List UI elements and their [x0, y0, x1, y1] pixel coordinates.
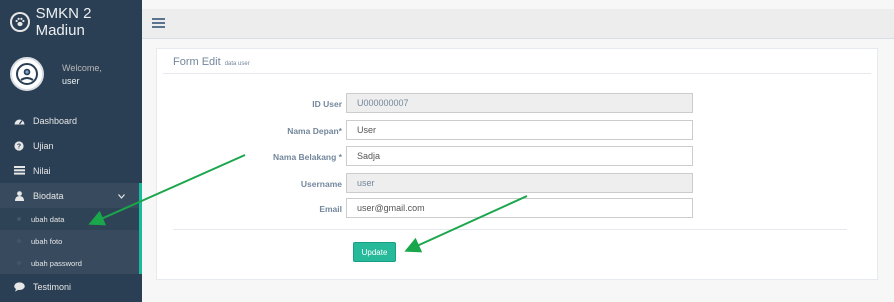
submenu-item-ubah-data[interactable]: ubah data	[0, 208, 139, 230]
nama-belakang-field[interactable]: Sadja	[346, 146, 693, 166]
menu-toggle-icon[interactable]	[152, 15, 165, 33]
panel-title: Form Edit data user	[173, 56, 250, 68]
sidebar-item-label: Ujian	[33, 140, 54, 151]
label-username: Username	[300, 179, 342, 189]
paw-icon	[10, 12, 30, 32]
welcome-text: Welcome,	[62, 62, 102, 73]
form-title: Form Edit	[173, 56, 221, 68]
submenu-item-label: ubah foto	[31, 236, 63, 246]
profile: Welcome, user	[0, 44, 142, 104]
form-subtitle: data user	[224, 61, 250, 67]
label-email: Email	[319, 204, 342, 214]
avatar	[10, 57, 44, 91]
sidebar-item-label: Testimoni	[33, 281, 72, 292]
dashboard-icon	[13, 116, 25, 125]
brand[interactable]: SMKN 2 Madiun	[0, 0, 142, 44]
sidebar-item-label: Biodata	[33, 190, 64, 201]
label-nama-belakang: Nama Belakang *	[273, 152, 342, 162]
divider	[173, 229, 847, 230]
sidebar: SMKN 2 Madiun Welcome, user Dashboard ? …	[0, 0, 142, 302]
profile-username: user	[62, 75, 80, 86]
label-id-user: ID User	[312, 99, 342, 109]
sidebar-item-testimoni[interactable]: Testimoni	[0, 274, 142, 299]
nama-depan-field[interactable]: User	[346, 120, 693, 140]
label-nama-depan: Nama Depan*	[287, 126, 342, 136]
sidebar-item-biodata[interactable]: Biodata	[0, 183, 142, 208]
divider	[163, 73, 871, 74]
sidebar-item-ujian[interactable]: ? Ujian	[0, 133, 142, 158]
username-field[interactable]: user	[346, 173, 693, 193]
sidebar-item-dashboard[interactable]: Dashboard	[0, 108, 142, 133]
form-panel: Form Edit data user ID User U000000007 Na…	[156, 48, 878, 280]
id-user-field[interactable]: U000000007	[346, 93, 693, 113]
user-icon	[13, 190, 25, 201]
update-button[interactable]: Update	[353, 242, 396, 262]
comment-icon	[13, 281, 25, 292]
submenu-item-ubah-password[interactable]: ubah password	[0, 252, 139, 274]
bullet-icon	[17, 217, 21, 221]
sidebar-item-nilai[interactable]: Nilai	[0, 158, 142, 183]
chevron-down-icon	[118, 191, 125, 201]
table-icon	[13, 166, 25, 175]
bullet-icon	[17, 261, 21, 265]
top-nav	[142, 9, 894, 39]
bullet-icon	[17, 239, 21, 243]
biodata-submenu: ubah data ubah foto ubah password	[0, 208, 142, 274]
sidebar-item-label: Nilai	[33, 165, 51, 176]
email-field[interactable]: user@gmail.com	[346, 198, 693, 218]
svg-text:?: ?	[17, 143, 21, 150]
question-icon: ?	[13, 140, 25, 151]
brand-title: SMKN 2 Madiun	[35, 5, 92, 39]
submenu-item-label: ubah data	[31, 214, 65, 224]
submenu-item-label: ubah password	[31, 258, 82, 268]
submenu-item-ubah-foto[interactable]: ubah foto	[0, 230, 139, 252]
sidebar-item-label: Dashboard	[33, 115, 78, 126]
